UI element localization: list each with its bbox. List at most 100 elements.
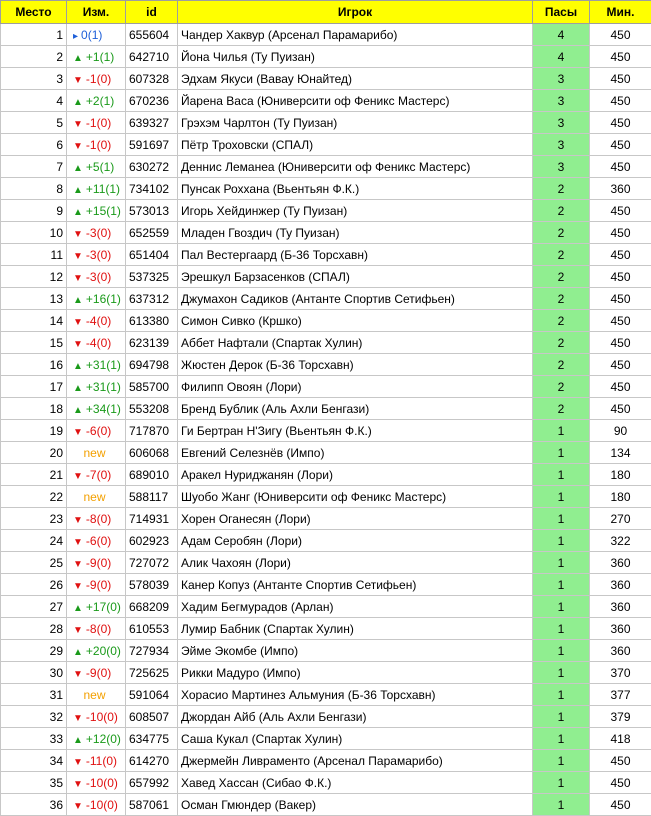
table-body: 1 ▸ 0(1) 655604 Чандер Хаквур (Арсенал Парам…	[0, 23, 651, 816]
id-cell: 727072	[125, 551, 178, 574]
minutes-cell: 450	[589, 199, 651, 222]
passes-cell: 3	[532, 89, 590, 112]
table-row: 29 ▲ +20(0) 727934 Эйме Экомбе (Импо) 1 360	[0, 639, 651, 662]
table-row: 30 ▼ -9(0) 725625 Рикки Мадуро (Импо) 1 370	[0, 661, 651, 684]
id-cell: 668209	[125, 595, 178, 618]
passes-cell: 2	[532, 397, 590, 420]
player-cell: Младен Гвоздич (Ту Пуизан)	[177, 221, 533, 244]
arrow-up-icon: ▲	[73, 206, 83, 218]
change-cell: new	[66, 441, 126, 464]
arrow-up-icon: ▲	[73, 162, 83, 174]
arrow-down-icon: ▼	[73, 558, 83, 570]
id-cell: 606068	[125, 441, 178, 464]
minutes-cell: 450	[589, 243, 651, 266]
passes-cell: 2	[532, 331, 590, 354]
change-value: +17(0)	[85, 599, 121, 614]
id-cell: 607328	[125, 67, 178, 90]
minutes-cell: 360	[589, 617, 651, 640]
passes-cell: 1	[532, 419, 590, 442]
change-cell: ▼ -11(0)	[66, 749, 126, 772]
rank-cell: 35	[0, 771, 67, 794]
player-cell: Джермейн Ливраменто (Арсенал Парамарибо)	[177, 749, 533, 772]
player-cell: Джумахон Садиков (Антанте Спортив Сетифь…	[177, 287, 533, 310]
change-value: -8(0)	[85, 511, 112, 526]
table-row: 25 ▼ -9(0) 727072 Алик Чахоян (Лори) 1 360	[0, 551, 651, 574]
change-value: -3(0)	[85, 247, 112, 262]
change-cell: ▲ +31(1)	[66, 375, 126, 398]
minutes-cell: 450	[589, 221, 651, 244]
id-cell: 639327	[125, 111, 178, 134]
rank-cell: 15	[0, 331, 67, 354]
arrow-down-icon: ▼	[73, 536, 83, 548]
passes-cell: 1	[532, 617, 590, 640]
id-cell: 602923	[125, 529, 178, 552]
change-cell: ▲ +16(1)	[66, 287, 126, 310]
passes-cell: 2	[532, 265, 590, 288]
table-row: 11 ▼ -3(0) 651404 Пал Вестергаард (Б-36 Торс…	[0, 243, 651, 266]
passes-cell: 3	[532, 67, 590, 90]
minutes-cell: 450	[589, 133, 651, 156]
arrow-down-icon: ▼	[73, 624, 83, 636]
table-row: 10 ▼ -3(0) 652559 Младен Гвоздич (Ту Пуизан)…	[0, 221, 651, 244]
change-cell: new	[66, 683, 126, 706]
table-row: 26 ▼ -9(0) 578039 Канер Копуз (Антанте Спорт…	[0, 573, 651, 596]
rank-cell: 14	[0, 309, 67, 332]
table-row: 23 ▼ -8(0) 714931 Хорен Оганесян (Лори) 1 270	[0, 507, 651, 530]
id-cell: 657992	[125, 771, 178, 794]
passes-cell: 1	[532, 529, 590, 552]
rank-cell: 7	[0, 155, 67, 178]
minutes-cell: 360	[589, 177, 651, 200]
rank-cell: 19	[0, 419, 67, 442]
arrow-right-icon: ▸	[73, 30, 79, 42]
passes-cell: 4	[532, 23, 590, 46]
passes-cell: 1	[532, 463, 590, 486]
arrow-up-icon: ▲	[73, 184, 83, 196]
player-cell: Евгений Селезнёв (Импо)	[177, 441, 533, 464]
change-cell: ▼ -10(0)	[66, 793, 126, 816]
id-cell: 651404	[125, 243, 178, 266]
passes-cell: 2	[532, 353, 590, 376]
player-cell: Пунсак Роххана (Вьентьян Ф.К.)	[177, 177, 533, 200]
rank-cell: 26	[0, 573, 67, 596]
change-cell: new	[66, 485, 126, 508]
change-value: -1(0)	[85, 137, 112, 152]
change-cell: ▼ -10(0)	[66, 771, 126, 794]
arrow-up-icon: ▲	[73, 96, 83, 108]
minutes-cell: 450	[589, 89, 651, 112]
rank-cell: 32	[0, 705, 67, 728]
passes-cell: 1	[532, 573, 590, 596]
player-cell: Деннис Леманеа (Юниверсити оф Феникс Мас…	[177, 155, 533, 178]
id-cell: 591064	[125, 683, 178, 706]
id-cell: 734102	[125, 177, 178, 200]
id-cell: 717870	[125, 419, 178, 442]
table-row: 24 ▼ -6(0) 602923 Адам Серобян (Лори) 1 322	[0, 529, 651, 552]
player-cell: Саша Кукал (Спартак Хулин)	[177, 727, 533, 750]
rank-cell: 27	[0, 595, 67, 618]
player-cell: Шуобо Жанг (Юниверсити оф Феникс Мастерс…	[177, 485, 533, 508]
player-cell: Хорен Оганесян (Лори)	[177, 507, 533, 530]
arrow-down-icon: ▼	[73, 250, 83, 262]
change-value: +31(1)	[85, 357, 121, 372]
table-row: 17 ▲ +31(1) 585700 Филипп Овоян (Лори) 2 450	[0, 375, 651, 398]
table-row: 33 ▲ +12(0) 634775 Саша Кукал (Спартак Хулин…	[0, 727, 651, 750]
player-cell: Хавед Хассан (Сибао Ф.К.)	[177, 771, 533, 794]
id-cell: 553208	[125, 397, 178, 420]
player-cell: Ги Бертран Н'Зигу (Вьентьян Ф.К.)	[177, 419, 533, 442]
rank-cell: 17	[0, 375, 67, 398]
table-row: 7 ▲ +5(1) 630272 Деннис Леманеа (Юниверсити …	[0, 155, 651, 178]
rank-cell: 20	[0, 441, 67, 464]
passes-cell: 1	[532, 749, 590, 772]
player-cell: Лумир Бабник (Спартак Хулин)	[177, 617, 533, 640]
change-value: -9(0)	[85, 577, 112, 592]
rank-cell: 5	[0, 111, 67, 134]
table-row: 1 ▸ 0(1) 655604 Чандер Хаквур (Арсенал Парам…	[0, 23, 651, 46]
change-value: -9(0)	[85, 555, 112, 570]
player-cell: Бренд Бублик (Аль Ахли Бенгази)	[177, 397, 533, 420]
table-row: 9 ▲ +15(1) 573013 Игорь Хейдинжер (Ту Пуизан…	[0, 199, 651, 222]
arrow-down-icon: ▼	[73, 580, 83, 592]
id-cell: 714931	[125, 507, 178, 530]
change-value: -7(0)	[85, 467, 112, 482]
change-value: -11(0)	[85, 753, 118, 768]
table-row: 22 new 588117 Шуобо Жанг (Юниверсити оф Фен…	[0, 485, 651, 508]
id-cell: 727934	[125, 639, 178, 662]
